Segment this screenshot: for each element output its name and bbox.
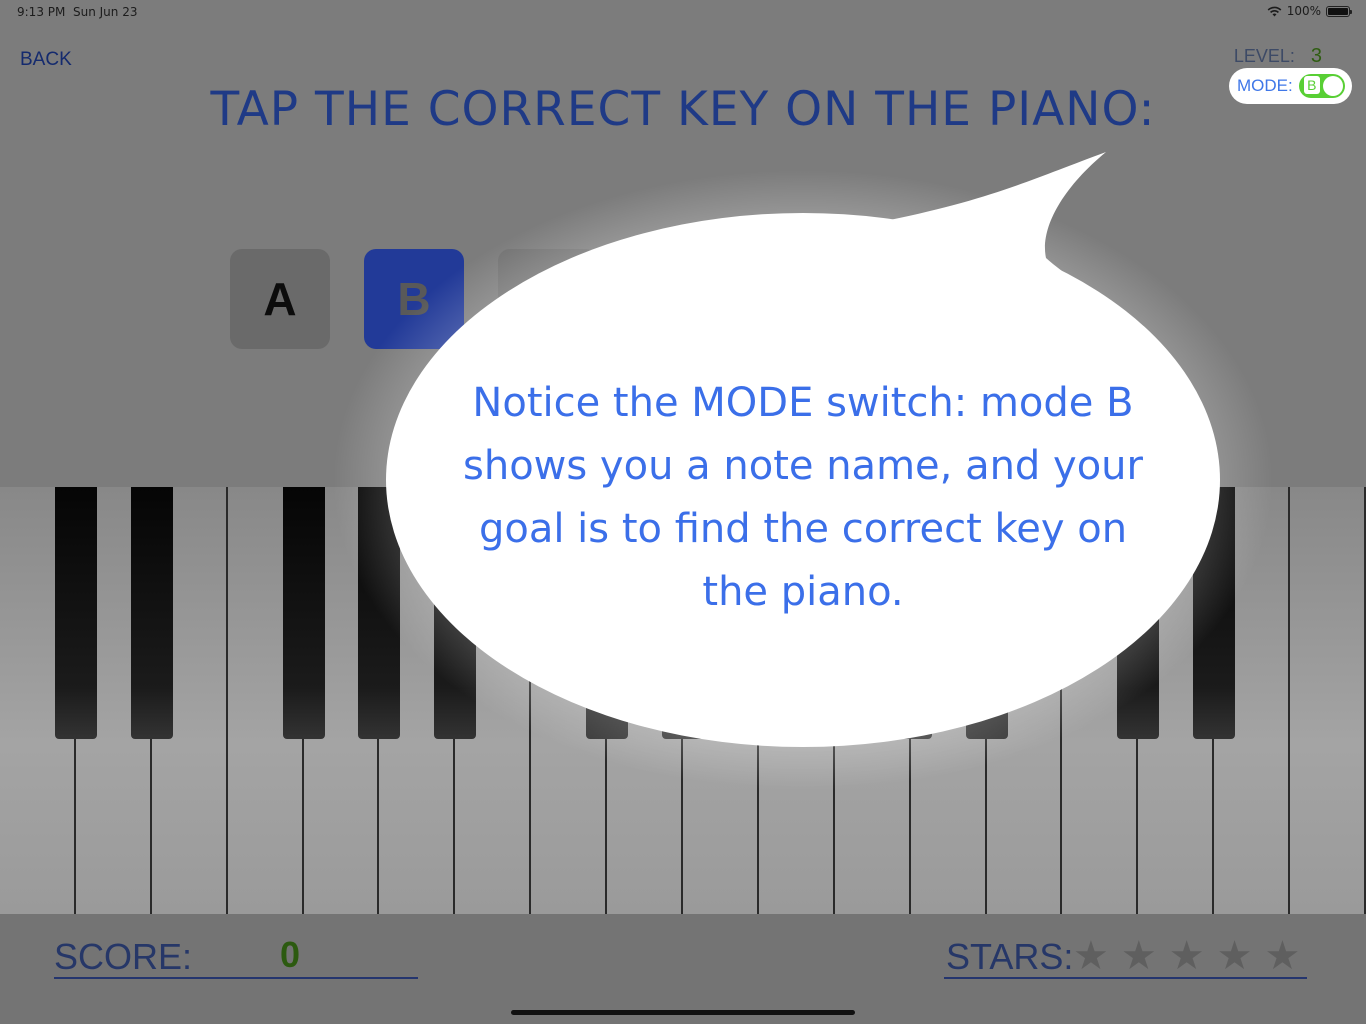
black-key[interactable] [1193, 487, 1236, 739]
star-icon: ★ [1264, 933, 1301, 979]
wifi-icon [1267, 6, 1282, 16]
star-icon: ★ [1073, 933, 1109, 979]
star-icon: ★ [1168, 933, 1205, 979]
stars-rating: ★ ★ ★ ★ ★ [1073, 936, 1300, 976]
tutorial-text: Notice the MODE switch: mode B shows you… [463, 380, 1143, 615]
black-key[interactable] [358, 487, 401, 739]
score-value: 0 [280, 934, 301, 975]
status-date: Sun Jun 23 [73, 5, 138, 19]
instruction-title: TAP THE CORRECT KEY ON THE PIANO: [210, 82, 1156, 137]
status-bar: 9:13 PM Sun Jun 23 100% [0, 0, 1366, 24]
level-value: 3 [1310, 45, 1322, 67]
stars-label: STARS: [946, 936, 1074, 977]
level-indicator: LEVEL: 3 [1234, 45, 1322, 68]
level-label: LEVEL: [1233, 46, 1295, 66]
white-key[interactable] [1290, 487, 1366, 914]
note-button-a[interactable]: A [230, 249, 330, 349]
star-icon: ★ [1216, 933, 1253, 979]
note-buttons: A B [230, 249, 598, 349]
score-label: SCORE: [54, 936, 193, 977]
black-key[interactable] [130, 487, 173, 739]
star-icon: ★ [1120, 933, 1157, 979]
status-right: 100% [1267, 4, 1352, 18]
home-indicator[interactable] [511, 1010, 855, 1015]
status-time: 9:13 PM [17, 5, 66, 19]
note-button-hidden[interactable] [498, 249, 598, 349]
black-key[interactable] [282, 487, 325, 739]
back-button[interactable]: BACK [20, 49, 72, 71]
black-key[interactable] [54, 487, 97, 739]
battery-icon [1326, 5, 1352, 17]
note-button-b[interactable]: B [364, 249, 464, 349]
battery-percent: 100% [1286, 4, 1321, 18]
score-underline [54, 977, 418, 979]
stars-underline [944, 977, 1307, 979]
